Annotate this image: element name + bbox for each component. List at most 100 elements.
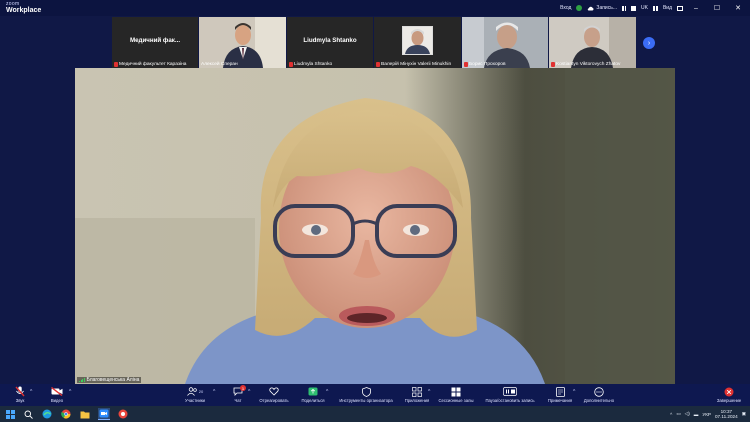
- participant-strip: Медичний фак... Медичний факультет Караз…: [112, 17, 638, 68]
- view-grid-icon[interactable]: [677, 5, 683, 11]
- participant-tile[interactable]: Kostiantyn Viktorovych Zhatov: [549, 17, 636, 68]
- participants-count: 20: [198, 389, 204, 394]
- battery-icon[interactable]: ▬: [694, 412, 699, 417]
- logo-title: Workplace: [6, 7, 42, 14]
- share-label: Поделиться: [301, 398, 325, 403]
- yandex-browser-icon[interactable]: [117, 408, 129, 420]
- window-close-icon[interactable]: ✕: [730, 4, 746, 12]
- share-options-chevron-icon[interactable]: ^: [326, 389, 328, 395]
- keyboard-language[interactable]: УКР: [702, 412, 711, 417]
- participant-tile[interactable]: Медичний фак... Медичний факультет Караз…: [112, 17, 198, 68]
- participant-video: [462, 17, 548, 68]
- more-icon: [592, 386, 606, 397]
- participant-name: Валерій Мінухін Valerii Minukhin: [381, 62, 452, 67]
- participants-icon: 20: [185, 386, 205, 397]
- notifications-icon[interactable]: ▣: [742, 411, 746, 417]
- cloud-icon: [588, 6, 594, 10]
- mic-muted-icon: [551, 62, 555, 67]
- recording-stop-icon[interactable]: [631, 5, 636, 11]
- participant-name: Kostiantyn Viktorovych Zhatov: [556, 62, 621, 67]
- view-button[interactable]: Вид: [663, 5, 672, 11]
- pause-stop-label: Пауза/остановить запись: [485, 398, 535, 403]
- close-icon: [722, 386, 736, 397]
- zoom-taskbar-icon[interactable]: [98, 408, 110, 420]
- tray-chevron-icon[interactable]: ^: [670, 412, 672, 417]
- audio-level-icon: [79, 378, 85, 382]
- volume-icon[interactable]: ◁): [685, 411, 690, 417]
- react-label: Отреагировать: [259, 398, 289, 403]
- mic-muted-icon: [114, 62, 118, 67]
- participants-label: Участники: [184, 398, 205, 403]
- participant-name: Алексей Сперан: [201, 62, 238, 67]
- recording-pause-icon[interactable]: [622, 5, 626, 11]
- microphone-icon: [13, 386, 27, 397]
- apps-options-chevron-icon[interactable]: ^: [428, 389, 430, 395]
- mic-muted-icon: [376, 62, 380, 67]
- more-button[interactable]: Дополнительно: [574, 386, 624, 403]
- video-options-chevron-icon[interactable]: ^: [69, 389, 71, 395]
- share-button[interactable]: Поделиться: [288, 386, 338, 403]
- participant-tile[interactable]: Liudmyla Shtanko Liudmyla Shtanko: [287, 17, 373, 68]
- minimize-icon[interactable]: –: [688, 5, 704, 12]
- breakout-rooms-button[interactable]: Сессионные залы: [431, 386, 481, 403]
- language-label[interactable]: UK: [641, 5, 648, 11]
- search-icon[interactable]: [22, 408, 34, 420]
- participant-tile[interactable]: Валерій Мінухін Valerii Minukhin: [374, 17, 461, 68]
- windows-taskbar: ^ ▭ ◁) ▬ УКР 10:37 07.11.2024 ▣: [0, 406, 750, 422]
- shield-icon: [359, 386, 373, 397]
- breakout-rooms-label: Сессионные залы: [438, 398, 474, 403]
- speaker-name: Благовещенська Аліна: [86, 377, 140, 383]
- mic-muted-icon: [464, 62, 468, 67]
- rooms-icon: [449, 386, 463, 397]
- notes-icon: [553, 386, 567, 397]
- participant-name: Liudmyla Shtanko: [294, 62, 333, 67]
- apps-icon: [410, 386, 424, 397]
- video-icon: [50, 386, 64, 397]
- end-meeting-label: Завершение: [716, 398, 742, 403]
- heart-icon: [267, 386, 281, 397]
- network-icon[interactable]: ▭: [676, 411, 680, 417]
- audio-label: Звук: [15, 398, 25, 403]
- meeting-toolbar: Звук ^ Видео ^ 20 Участники ^ 1 Чат ^ От…: [0, 384, 750, 406]
- pause-stop-icon: [503, 386, 517, 397]
- mic-muted-icon: [289, 62, 293, 67]
- end-meeting-button[interactable]: Завершение: [704, 386, 750, 403]
- zoom-window: zoom Workplace Вход Запись... UK Вид – ☐…: [0, 0, 750, 422]
- apps-label: Приложения: [404, 398, 430, 403]
- zoom-logo: zoom Workplace: [6, 2, 42, 15]
- chat-label: Чат: [234, 398, 242, 403]
- security-shield-icon[interactable]: [576, 5, 583, 11]
- share-icon: [306, 386, 320, 397]
- video-button[interactable]: Видео: [32, 386, 82, 403]
- participant-tile[interactable]: Алексей Сперан: [199, 17, 286, 68]
- signin-button[interactable]: Вход: [560, 5, 571, 11]
- recording-label: Запись...: [596, 5, 617, 11]
- speaker-image: [75, 68, 675, 384]
- participant-video: [199, 17, 286, 68]
- participant-tile-title: Liudmyla Shtanko: [303, 37, 357, 44]
- maximize-icon[interactable]: ☐: [709, 4, 725, 12]
- pause-stop-recording-button[interactable]: Пауза/остановить запись: [485, 386, 535, 403]
- host-tools-button[interactable]: Инструменты организатора: [339, 386, 393, 403]
- video-label: Видео: [50, 398, 64, 403]
- recording-indicator[interactable]: Запись...: [587, 5, 617, 11]
- chrome-icon[interactable]: [60, 408, 72, 420]
- participant-avatar: [402, 26, 433, 55]
- next-page-arrow-icon[interactable]: ›: [643, 37, 655, 49]
- edge-browser-icon[interactable]: [41, 408, 53, 420]
- system-tray: ^ ▭ ◁) ▬ УКР 10:37 07.11.2024 ▣: [670, 406, 746, 422]
- participant-video: [549, 17, 636, 68]
- active-speaker-video[interactable]: Благовещенська Аліна: [75, 68, 675, 384]
- speaker-name-tag: Благовещенська Аліна: [77, 377, 142, 383]
- clock[interactable]: 10:37 07.11.2024: [715, 409, 738, 420]
- title-bar: zoom Workplace Вход Запись... UK Вид – ☐…: [0, 0, 750, 16]
- layout-icon[interactable]: [652, 5, 658, 11]
- windows-start-icon[interactable]: [4, 408, 16, 420]
- participant-tile[interactable]: Борис Прохоров: [462, 17, 548, 68]
- file-explorer-icon[interactable]: [79, 408, 91, 420]
- more-label: Дополнительно: [583, 398, 615, 403]
- participant-name: Медичний факультет Каразіна: [119, 62, 187, 67]
- chat-badge: 1: [240, 385, 246, 391]
- clock-date: 07.11.2024: [715, 414, 738, 419]
- participant-name: Борис Прохоров: [469, 62, 506, 67]
